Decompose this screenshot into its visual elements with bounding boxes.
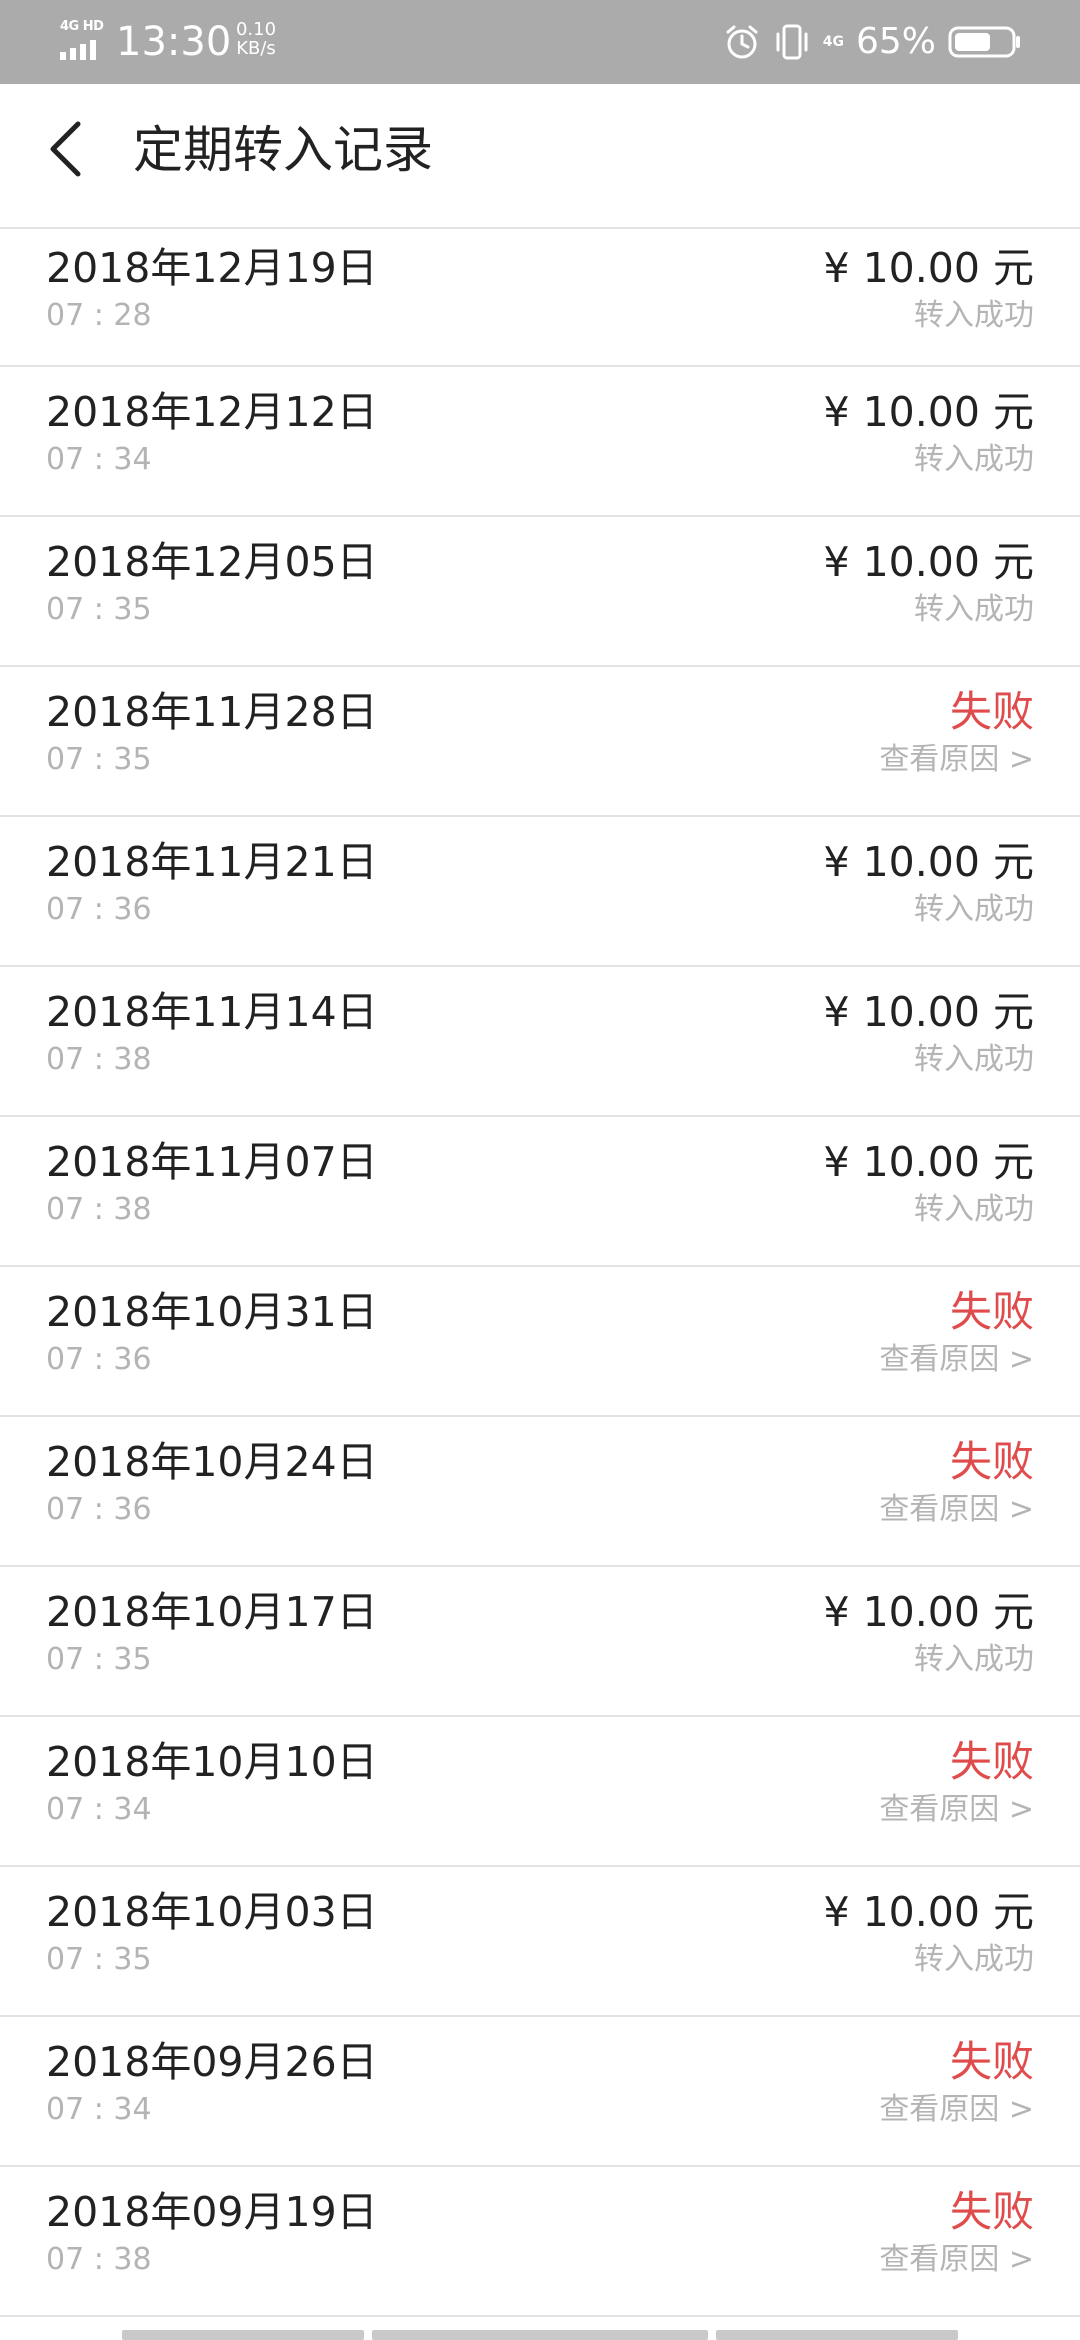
record-time: 07 : 28 — [46, 298, 152, 333]
record-amount: ¥ 10.00 元 — [823, 838, 1034, 886]
network-speed: 0.10 KB/s — [234, 20, 278, 58]
alarm-icon — [726, 25, 758, 59]
record-date: 2018年10月24日 — [46, 1438, 378, 1486]
network-speed-value: 0.10 — [235, 19, 277, 40]
record-date: 2018年11月21日 — [46, 838, 378, 886]
status-right: 4G 65% — [711, 20, 1022, 64]
record-status: 转入成功 — [914, 892, 1034, 927]
record-date: 2018年12月19日 — [46, 244, 378, 292]
scroll-indicator — [0, 2330, 1080, 2340]
record-status: 转入成功 — [914, 592, 1034, 627]
record-row: 2018年12月12日 07 : 34 ¥ 10.00 元转入成功 — [0, 367, 1080, 517]
record-row: 2018年11月07日 07 : 38 ¥ 10.00 元转入成功 — [0, 1117, 1080, 1267]
network-speed-unit: KB/s — [236, 38, 276, 59]
view-reason-link[interactable]: 查看原因 > — [879, 1791, 1034, 1829]
record-status: 转入成功 — [914, 1192, 1034, 1227]
record-time: 07 : 35 — [46, 1642, 152, 1677]
record-date: 2018年12月05日 — [46, 538, 378, 586]
record-status: 转入成功 — [914, 442, 1034, 477]
record-fail-label: 失败 — [949, 2187, 1034, 2236]
battery-icon — [948, 26, 1020, 58]
record-row[interactable]: 2018年11月28日 07 : 35 失败查看原因 > — [0, 667, 1080, 817]
record-fail-label: 失败 — [949, 2037, 1034, 2086]
record-fail-label: 失败 — [949, 687, 1034, 736]
view-reason-link[interactable]: 查看原因 > — [879, 1491, 1034, 1529]
record-fail-label: 失败 — [949, 1437, 1034, 1486]
record-fail-label: 失败 — [949, 1737, 1034, 1786]
record-row[interactable]: 2018年10月10日 07 : 34 失败查看原因 > — [0, 1717, 1080, 1867]
view-reason-link[interactable]: 查看原因 > — [879, 1341, 1034, 1379]
record-date: 2018年11月14日 — [46, 988, 378, 1036]
record-status: 转入成功 — [914, 1042, 1034, 1077]
record-row[interactable]: 2018年09月19日 07 : 38 失败查看原因 > — [0, 2167, 1080, 2317]
record-fail-label: 失败 — [949, 1287, 1034, 1336]
record-row: 2018年10月17日 07 : 35 ¥ 10.00 元转入成功 — [0, 1567, 1080, 1717]
record-row[interactable]: 2018年10月31日 07 : 36 失败查看原因 > — [0, 1267, 1080, 1417]
scroll-segment — [716, 2330, 958, 2340]
scroll-segment — [372, 2330, 708, 2340]
status-bar: 4G HD 13:30 0.10 KB/s 4G 65% — [0, 0, 1080, 84]
record-time: 07 : 35 — [46, 1942, 152, 1977]
record-time: 07 : 36 — [46, 1342, 152, 1377]
back-button[interactable] — [30, 114, 100, 184]
signal-icon: 4G HD — [58, 20, 106, 60]
record-time: 07 : 36 — [46, 1492, 152, 1527]
record-date: 2018年09月19日 — [46, 2188, 378, 2236]
view-reason-link[interactable]: 查看原因 > — [879, 2091, 1034, 2129]
record-amount: ¥ 10.00 元 — [823, 1588, 1034, 1636]
record-time: 07 : 34 — [46, 2092, 152, 2127]
record-date: 2018年09月26日 — [46, 2038, 378, 2086]
record-amount: ¥ 10.00 元 — [823, 538, 1034, 586]
record-time: 07 : 36 — [46, 892, 152, 927]
network-4g-icon: 4G — [822, 34, 844, 50]
record-status: 转入成功 — [914, 1642, 1034, 1677]
record-time: 07 : 38 — [46, 1192, 152, 1227]
record-date: 2018年12月12日 — [46, 388, 378, 436]
record-row: 2018年12月05日 07 : 35 ¥ 10.00 元转入成功 — [0, 517, 1080, 667]
record-time: 07 : 34 — [46, 442, 152, 477]
record-amount: ¥ 10.00 元 — [823, 388, 1034, 436]
record-row[interactable]: 2018年09月26日 07 : 34 失败查看原因 > — [0, 2017, 1080, 2167]
record-date: 2018年10月10日 — [46, 1738, 378, 1786]
record-row: 2018年11月14日 07 : 38 ¥ 10.00 元转入成功 — [0, 967, 1080, 1117]
record-date: 2018年11月28日 — [46, 688, 378, 736]
chevron-left-icon — [50, 121, 81, 177]
view-reason-link[interactable]: 查看原因 > — [879, 2241, 1034, 2279]
record-date: 2018年10月03日 — [46, 1888, 378, 1936]
view-reason-link[interactable]: 查看原因 > — [879, 741, 1034, 779]
record-amount: ¥ 10.00 元 — [823, 988, 1034, 1036]
network-type: 4G HD — [60, 19, 104, 34]
record-date: 2018年11月07日 — [46, 1138, 378, 1186]
record-time: 07 : 34 — [46, 1792, 152, 1827]
record-date: 2018年10月31日 — [46, 1288, 378, 1336]
record-row[interactable]: 2018年10月24日 07 : 36 失败查看原因 > — [0, 1417, 1080, 1567]
record-amount: ¥ 10.00 元 — [823, 1138, 1034, 1186]
record-time: 07 : 38 — [46, 1042, 152, 1077]
record-status: 转入成功 — [914, 1942, 1034, 1977]
scroll-segment — [122, 2330, 364, 2340]
signal-bars-icon — [60, 40, 96, 60]
app-header: 定期转入记录 — [0, 84, 1080, 229]
record-amount: ¥ 10.00 元 — [823, 244, 1034, 292]
page-title: 定期转入记录 — [133, 121, 433, 179]
record-time: 07 : 38 — [46, 2242, 152, 2277]
record-status: 转入成功 — [914, 298, 1034, 333]
record-amount: ¥ 10.00 元 — [823, 1888, 1034, 1936]
battery-percent: 65% — [855, 21, 936, 62]
record-row: 2018年10月03日 07 : 35 ¥ 10.00 元转入成功 — [0, 1867, 1080, 2017]
transfer-record-list: 2018年12月19日 07 : 28 ¥ 10.00 元转入成功 2018年12月1… — [0, 229, 1080, 2317]
vibrate-icon — [776, 24, 808, 60]
status-time: 13:30 — [116, 19, 232, 65]
record-time: 07 : 35 — [46, 742, 152, 777]
record-row: 2018年11月21日 07 : 36 ¥ 10.00 元转入成功 — [0, 817, 1080, 967]
record-date: 2018年10月17日 — [46, 1588, 378, 1636]
record-row: 2018年12月19日 07 : 28 ¥ 10.00 元转入成功 — [0, 229, 1080, 367]
record-time: 07 : 35 — [46, 592, 152, 627]
